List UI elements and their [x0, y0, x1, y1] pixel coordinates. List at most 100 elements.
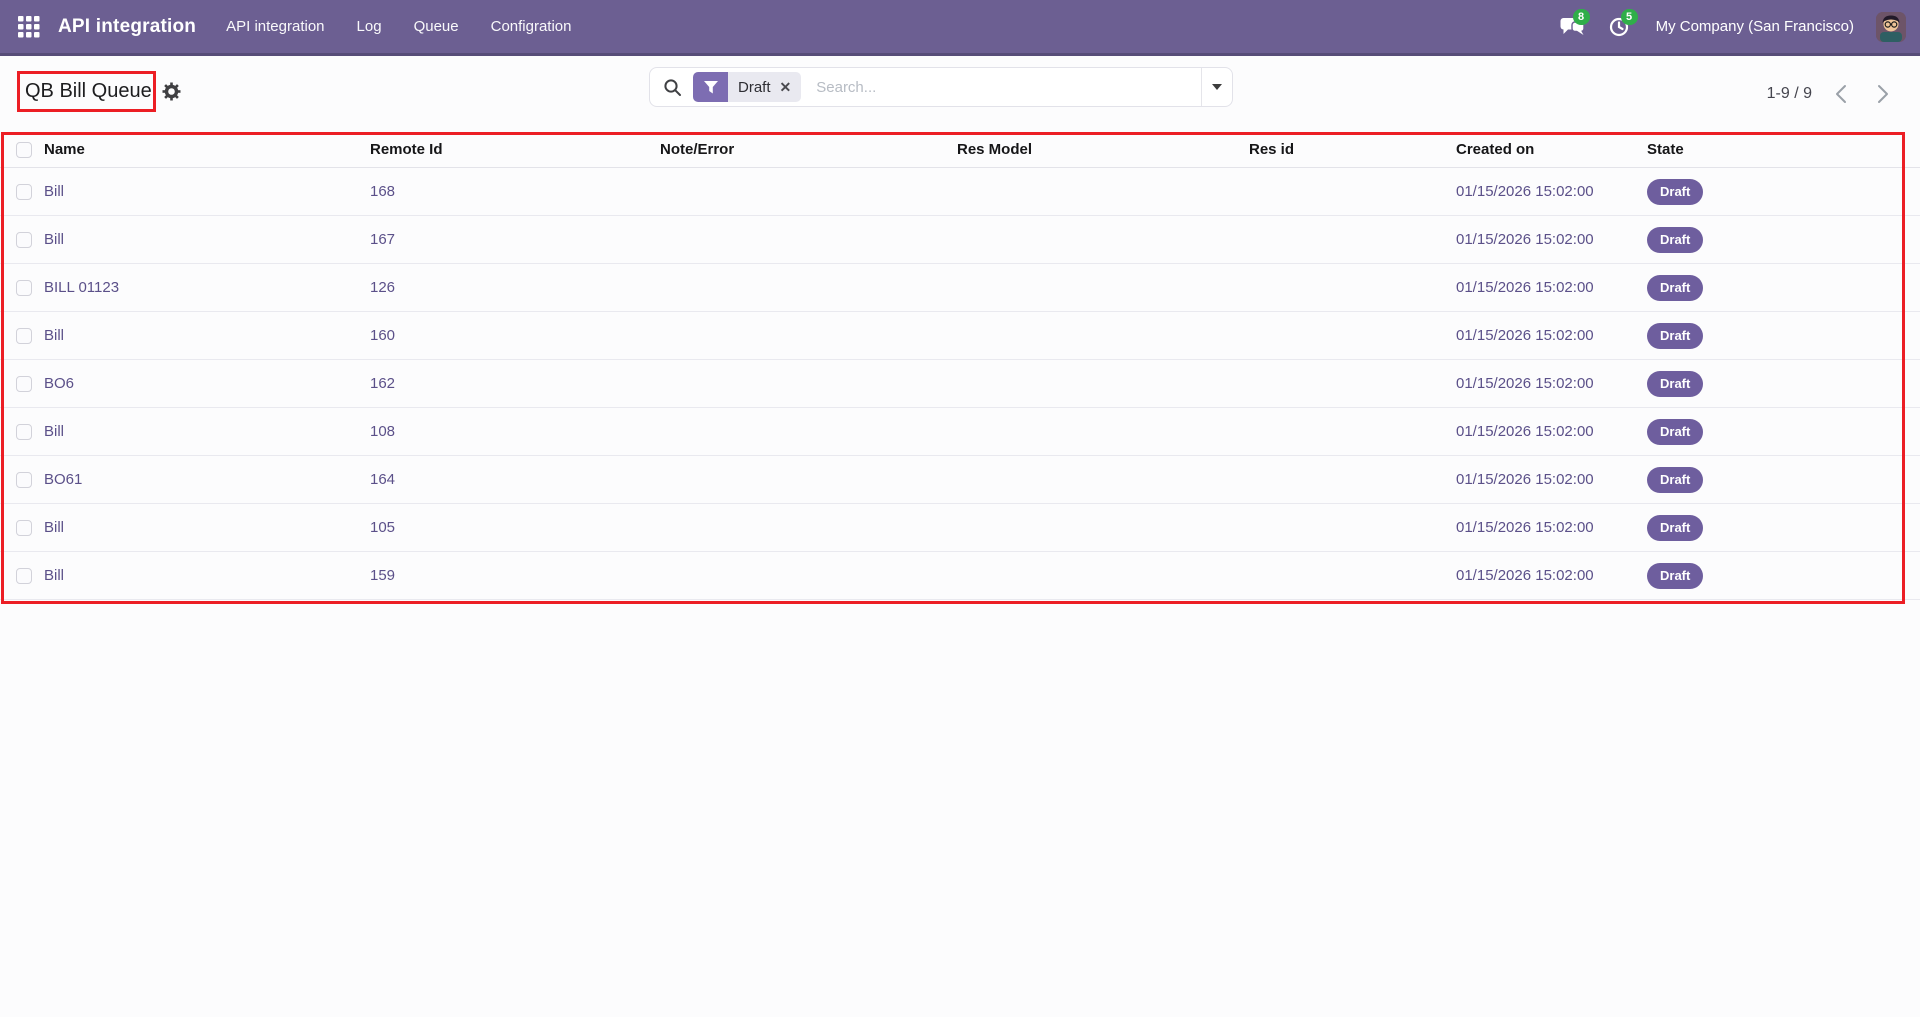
menu-item-configration[interactable]: Configration — [491, 18, 572, 35]
menu-item-api-integration[interactable]: API integration — [226, 18, 324, 35]
chevron-left-icon — [1836, 85, 1846, 103]
state-badge[interactable]: Draft — [1647, 227, 1704, 253]
column-header-remote-id[interactable]: Remote Id — [370, 132, 443, 168]
cell-remote-id[interactable]: 160 — [370, 312, 395, 360]
navbar-right: 8 5 My Company (San Francisco) — [1560, 8, 1920, 42]
menu-item-queue[interactable]: Queue — [414, 18, 459, 35]
cell-name[interactable]: Bill — [44, 216, 64, 264]
state-badge[interactable]: Draft — [1647, 563, 1704, 589]
cell-created-on[interactable]: 01/15/2026 15:02:00 — [1456, 312, 1594, 360]
pager: 1-9 / 9 — [1767, 56, 1896, 132]
table-row[interactable]: BO6 162 01/15/2026 15:02:00 Draft — [0, 360, 1920, 408]
user-avatar[interactable] — [1876, 11, 1906, 42]
cell-remote-id[interactable]: 108 — [370, 408, 395, 456]
cell-remote-id[interactable]: 162 — [370, 360, 395, 408]
cell-remote-id[interactable]: 164 — [370, 456, 395, 504]
cell-name[interactable]: BO61 — [44, 456, 82, 504]
table-header-row: Name Remote Id Note/Error Res Model Res … — [0, 132, 1920, 168]
pager-range[interactable]: 1-9 / 9 — [1767, 85, 1812, 103]
table-row[interactable]: BILL 01123 126 01/15/2026 15:02:00 Draft — [0, 264, 1920, 312]
cell-created-on[interactable]: 01/15/2026 15:02:00 — [1456, 264, 1594, 312]
cell-name[interactable]: Bill — [44, 504, 64, 552]
filter-chip-body: Draft ✕ — [728, 72, 802, 102]
cell-created-on[interactable]: 01/15/2026 15:02:00 — [1456, 360, 1594, 408]
table-body: Bill 168 01/15/2026 15:02:00 Draft Bill … — [0, 168, 1920, 600]
activities-menu-button[interactable]: 5 — [1608, 8, 1638, 38]
top-navbar: API integration API integration Log Queu… — [0, 0, 1920, 56]
row-checkbox[interactable] — [16, 568, 32, 584]
cell-name[interactable]: Bill — [44, 552, 64, 600]
chevron-right-icon — [1878, 85, 1888, 103]
column-header-created-on[interactable]: Created on — [1456, 132, 1534, 168]
search-options-toggle[interactable] — [1201, 68, 1232, 106]
column-header-res-id[interactable]: Res id — [1249, 132, 1294, 168]
search-input[interactable]: Search... — [816, 79, 1201, 96]
cell-created-on[interactable]: 01/15/2026 15:02:00 — [1456, 216, 1594, 264]
search-icon — [664, 78, 681, 96]
state-badge[interactable]: Draft — [1647, 515, 1704, 541]
table-row[interactable]: Bill 108 01/15/2026 15:02:00 Draft — [0, 408, 1920, 456]
row-checkbox[interactable] — [16, 472, 32, 488]
chevron-down-icon — [1212, 84, 1222, 90]
table-row[interactable]: Bill 160 01/15/2026 15:02:00 Draft — [0, 312, 1920, 360]
cell-created-on[interactable]: 01/15/2026 15:02:00 — [1456, 552, 1594, 600]
filter-funnel-button[interactable] — [693, 72, 728, 102]
funnel-icon — [703, 80, 718, 93]
messages-menu-button[interactable]: 8 — [1560, 8, 1590, 38]
search-bar[interactable]: Draft ✕ Search... — [649, 67, 1233, 107]
cell-remote-id[interactable]: 159 — [370, 552, 395, 600]
row-checkbox[interactable] — [16, 184, 32, 200]
column-header-name[interactable]: Name — [44, 132, 85, 168]
filter-chip-draft: Draft ✕ — [693, 72, 802, 102]
cell-name[interactable]: Bill — [44, 312, 64, 360]
cell-name[interactable]: Bill — [44, 408, 64, 456]
state-badge[interactable]: Draft — [1647, 371, 1704, 397]
app-name[interactable]: API integration — [58, 16, 196, 38]
row-checkbox[interactable] — [16, 280, 32, 296]
column-header-state[interactable]: State — [1647, 132, 1684, 168]
column-header-res-model[interactable]: Res Model — [957, 132, 1032, 168]
pager-previous-button[interactable] — [1828, 81, 1854, 107]
table-row[interactable]: Bill 168 01/15/2026 15:02:00 Draft — [0, 168, 1920, 216]
table-row[interactable]: BO61 164 01/15/2026 15:02:00 Draft — [0, 456, 1920, 504]
column-header-note-error[interactable]: Note/Error — [660, 132, 734, 168]
table-row[interactable]: Bill 167 01/15/2026 15:02:00 Draft — [0, 216, 1920, 264]
table-row[interactable]: Bill 159 01/15/2026 15:02:00 Draft — [0, 552, 1920, 600]
table-row[interactable]: Bill 105 01/15/2026 15:02:00 Draft — [0, 504, 1920, 552]
navbar-menu: API integration Log Queue Configration — [226, 18, 571, 35]
cell-remote-id[interactable]: 105 — [370, 504, 395, 552]
state-badge[interactable]: Draft — [1647, 467, 1704, 493]
activities-count-badge: 5 — [1620, 8, 1638, 25]
cell-remote-id[interactable]: 168 — [370, 168, 395, 216]
state-badge[interactable]: Draft — [1647, 323, 1704, 349]
cell-remote-id[interactable]: 167 — [370, 216, 395, 264]
select-all-checkbox[interactable] — [16, 142, 32, 158]
apps-grid-icon[interactable] — [18, 15, 40, 38]
cell-name[interactable]: BILL 01123 — [44, 264, 119, 312]
cell-created-on[interactable]: 01/15/2026 15:02:00 — [1456, 408, 1594, 456]
row-checkbox[interactable] — [16, 328, 32, 344]
cell-name[interactable]: BO6 — [44, 360, 74, 408]
menu-item-log[interactable]: Log — [357, 18, 382, 35]
row-checkbox[interactable] — [16, 520, 32, 536]
state-badge[interactable]: Draft — [1647, 179, 1704, 205]
filter-chip-label[interactable]: Draft — [738, 79, 771, 96]
pager-next-button[interactable] — [1870, 81, 1896, 107]
state-badge[interactable]: Draft — [1647, 419, 1704, 445]
cell-remote-id[interactable]: 126 — [370, 264, 395, 312]
company-switcher[interactable]: My Company (San Francisco) — [1656, 18, 1854, 35]
cell-created-on[interactable]: 01/15/2026 15:02:00 — [1456, 456, 1594, 504]
remove-filter-icon[interactable]: ✕ — [780, 79, 792, 96]
cell-created-on[interactable]: 01/15/2026 15:02:00 — [1456, 504, 1594, 552]
control-panel: QB Bill Queue Draft ✕ Search... 1-9 / 9 — [0, 56, 1920, 132]
state-badge[interactable]: Draft — [1647, 275, 1704, 301]
cell-created-on[interactable]: 01/15/2026 15:02:00 — [1456, 168, 1594, 216]
page: API integration API integration Log Queu… — [0, 0, 1920, 1017]
breadcrumb-title: QB Bill Queue — [25, 80, 152, 102]
gear-actions-icon[interactable] — [162, 82, 181, 101]
messages-count-badge: 8 — [1572, 8, 1590, 25]
row-checkbox[interactable] — [16, 232, 32, 248]
cell-name[interactable]: Bill — [44, 168, 64, 216]
row-checkbox[interactable] — [16, 424, 32, 440]
row-checkbox[interactable] — [16, 376, 32, 392]
